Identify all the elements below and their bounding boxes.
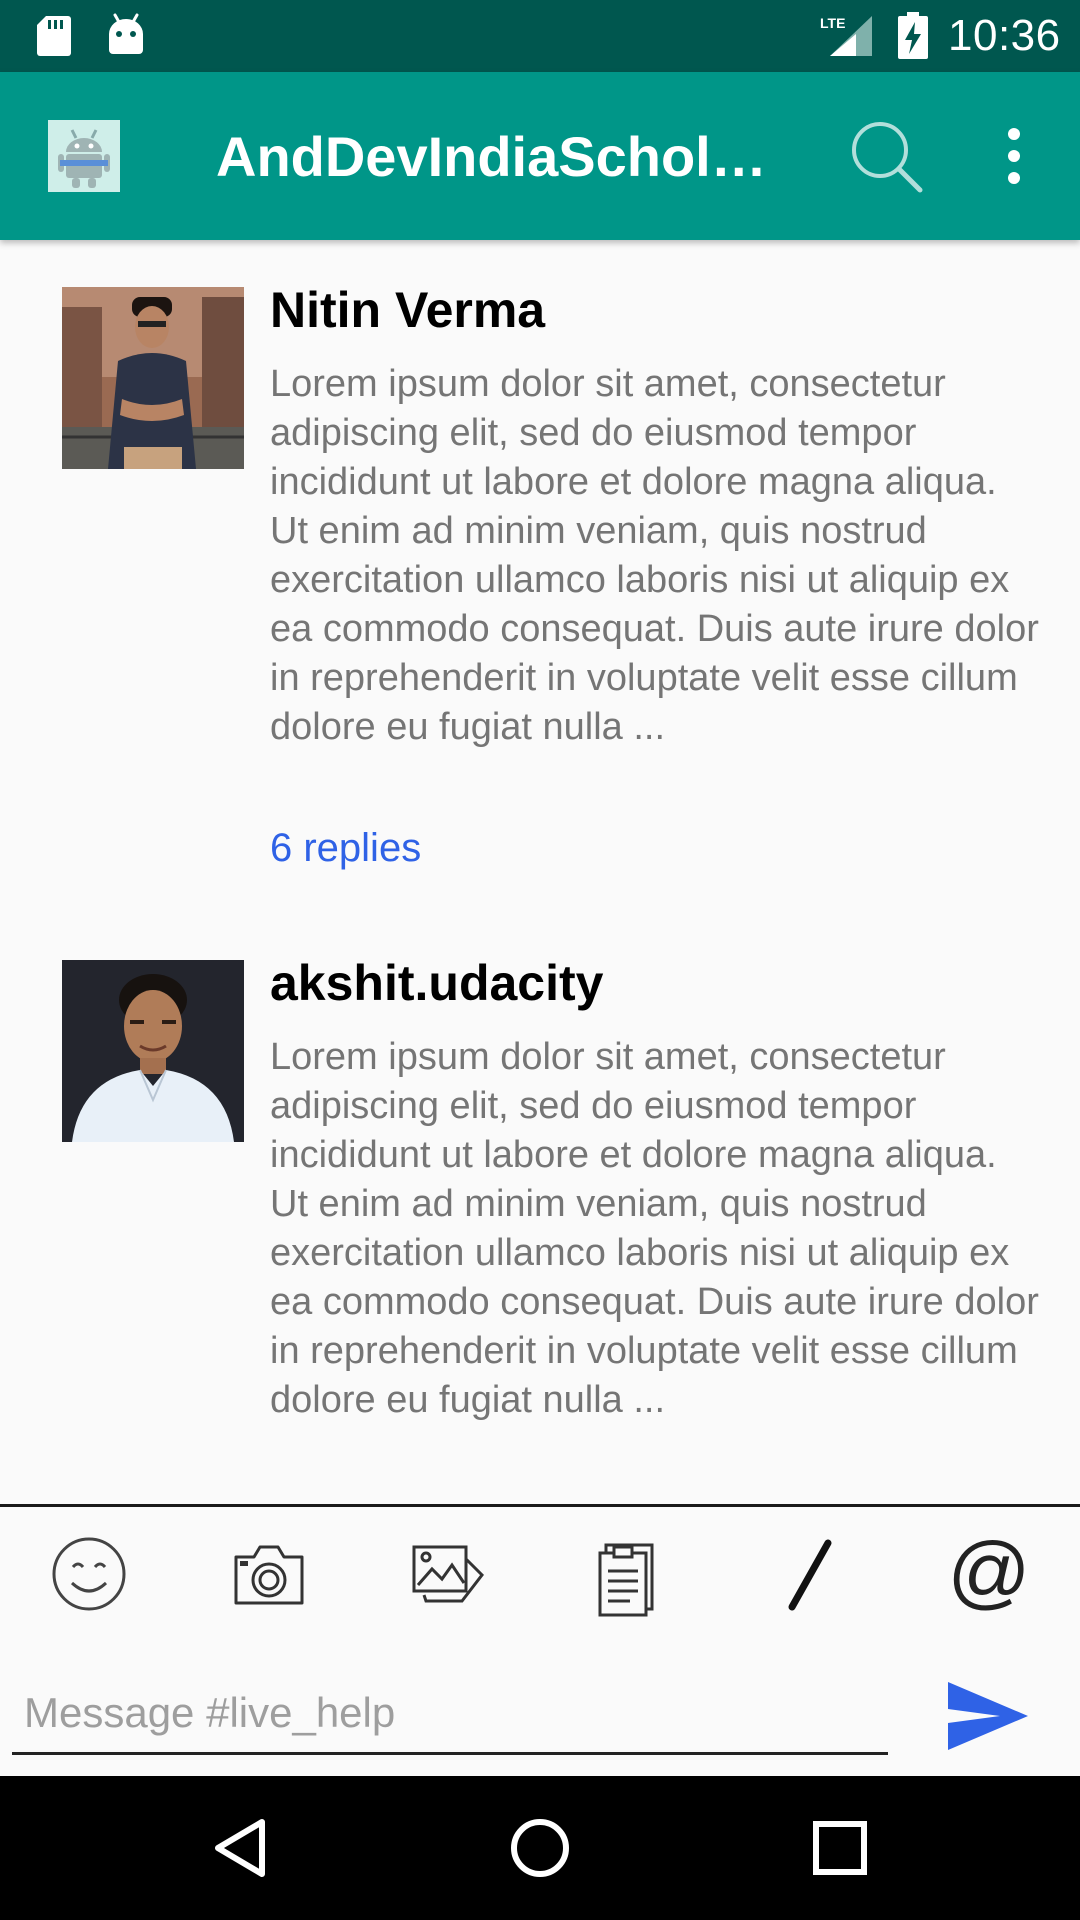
back-icon[interactable]: [204, 1812, 276, 1884]
svg-text:@: @: [947, 1529, 1030, 1617]
more-vert-icon[interactable]: [996, 126, 1032, 186]
emoji-icon[interactable]: [44, 1529, 134, 1619]
status-time: 10:36: [948, 11, 1061, 60]
message-text: Lorem ipsum dolor sit amet, consectetur …: [270, 363, 1039, 748]
avatar[interactable]: [62, 960, 244, 1142]
status-bar: LTE 10:36: [0, 0, 1080, 72]
search-icon[interactable]: [846, 116, 926, 196]
slash-command-icon[interactable]: [764, 1529, 854, 1619]
user-photo: [62, 960, 244, 1142]
message-input-wrapper: [12, 1682, 912, 1755]
android-robot-icon: [48, 120, 120, 192]
message-author[interactable]: akshit.udacity: [270, 953, 603, 1013]
mention-icon[interactable]: @: [944, 1529, 1034, 1619]
replies-link[interactable]: 6 replies: [270, 823, 421, 873]
send-icon[interactable]: [946, 1680, 1030, 1752]
recents-icon[interactable]: [804, 1812, 876, 1884]
system-nav-bar: [0, 1776, 1080, 1920]
message-list[interactable]: Nitin Verma Lorem ipsum dolor sit amet, …: [0, 240, 1080, 1504]
message-text: Lorem ipsum dolor sit amet, consectetur …: [270, 1036, 1039, 1421]
message-author[interactable]: Nitin Verma: [270, 280, 545, 340]
svg-text:LTE: LTE: [820, 15, 845, 31]
user-photo: [62, 287, 244, 469]
app-title: AndDevIndiaScholars: [216, 125, 776, 188]
composer-toolbar: @: [0, 1507, 1080, 1637]
avatar[interactable]: [62, 287, 244, 469]
home-icon[interactable]: [504, 1812, 576, 1884]
app-logo[interactable]: [48, 120, 120, 192]
sd-card-icon: [37, 16, 71, 56]
clipboard-icon[interactable]: [584, 1529, 674, 1619]
gallery-icon[interactable]: [404, 1529, 494, 1619]
camera-icon[interactable]: [224, 1529, 314, 1619]
app-bar: AndDevIndiaScholars: [0, 72, 1080, 240]
lte-signal-icon: LTE: [820, 15, 872, 56]
message-input[interactable]: [12, 1682, 912, 1744]
battery-charging-icon: [898, 12, 928, 59]
android-icon: [109, 13, 143, 54]
